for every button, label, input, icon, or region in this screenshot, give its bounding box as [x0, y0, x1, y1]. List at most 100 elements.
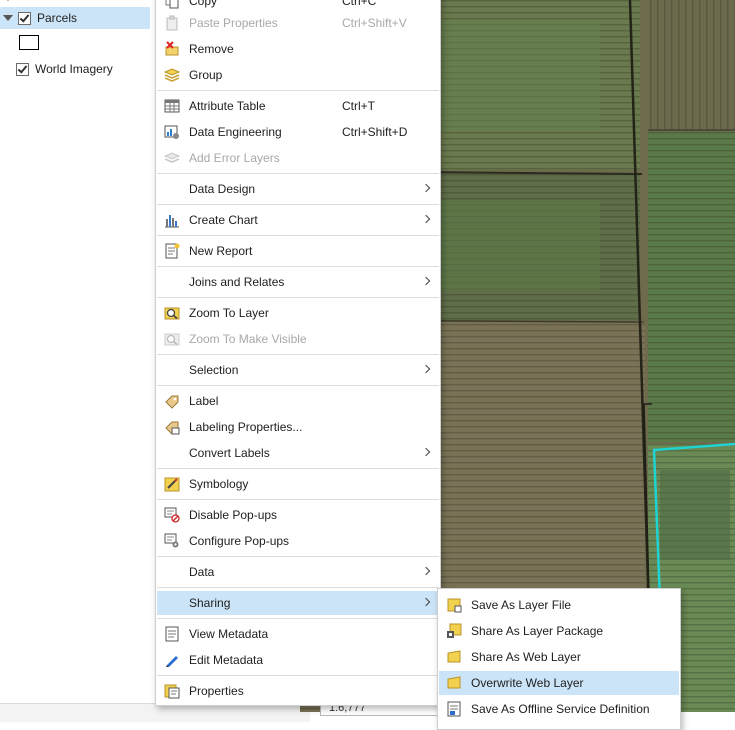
- menu-shortcut: Ctrl+C: [342, 0, 377, 8]
- menu-item-labeling-properties[interactable]: Labeling Properties...: [157, 415, 439, 439]
- menu-separator: [157, 173, 439, 174]
- menu-item-data-design[interactable]: Data Design: [157, 177, 439, 201]
- menu-label: Copy: [189, 0, 218, 8]
- layer-name-world-imagery: World Imagery: [35, 62, 113, 76]
- menu-item-convert-labels[interactable]: Convert Labels: [157, 441, 439, 465]
- menu-item-view-metadata[interactable]: View Metadata: [157, 622, 439, 646]
- parcels-symbol-swatch[interactable]: [19, 35, 39, 50]
- disable-popups-icon: [164, 507, 180, 523]
- submenu-label: Save As Offline Service Definition: [471, 702, 650, 716]
- submenu-label: Share As Web Layer: [471, 650, 581, 664]
- submenu-chevron-icon: [421, 276, 431, 286]
- menu-label: Group: [189, 68, 223, 82]
- menu-separator: [157, 618, 439, 619]
- menu-item-disable-popups[interactable]: Disable Pop-ups: [157, 503, 439, 527]
- submenu-chevron-icon: [421, 597, 431, 607]
- menu-item-configure-popups[interactable]: Configure Pop-ups: [157, 529, 439, 553]
- menu-label: Zoom To Layer: [189, 306, 269, 320]
- menu-label: Data Design: [189, 182, 256, 196]
- menu-label: Add Error Layers: [189, 151, 280, 165]
- overwrite-web-layer-icon: [447, 676, 461, 689]
- menu-separator: [157, 385, 439, 386]
- menu-item-selection[interactable]: Selection: [157, 358, 439, 382]
- submenu-item-share-as-layer-package[interactable]: Share As Layer Package: [439, 619, 679, 643]
- menu-separator: [157, 587, 439, 588]
- group-icon: [164, 68, 180, 82]
- parcels-visibility-checkbox[interactable]: [18, 11, 31, 25]
- web-layer-icon: [447, 650, 461, 663]
- menu-label: View Metadata: [189, 627, 269, 641]
- offline-definition-icon: [447, 701, 461, 717]
- labeling-properties-icon: [165, 421, 180, 435]
- menu-label: Configure Pop-ups: [189, 534, 290, 548]
- configure-popups-icon: [164, 533, 179, 548]
- zoom-visible-icon: [164, 333, 180, 346]
- menu-label: Joins and Relates: [189, 275, 285, 289]
- expand-arrow-icon[interactable]: [3, 0, 13, 1]
- submenu-item-save-as-layer-file[interactable]: Save As Layer File: [439, 593, 679, 617]
- submenu-item-overwrite-web-layer[interactable]: Overwrite Web Layer: [439, 671, 679, 695]
- menu-item-new-report[interactable]: New Report: [157, 239, 439, 263]
- menu-label: Data: [189, 565, 215, 579]
- menu-shortcut: Ctrl+T: [342, 99, 375, 113]
- menu-separator: [157, 266, 439, 267]
- menu-label: Label: [189, 394, 219, 408]
- submenu-chevron-icon: [421, 364, 431, 374]
- world-imagery-visibility-checkbox[interactable]: [16, 62, 29, 76]
- menu-separator: [157, 204, 439, 205]
- menu-separator: [157, 499, 439, 500]
- symbology-icon: [164, 477, 180, 492]
- menu-separator: [157, 235, 439, 236]
- submenu-chevron-icon: [421, 183, 431, 193]
- sharing-submenu: Save As Layer File Share As Layer Packag…: [437, 588, 681, 730]
- menu-item-create-chart[interactable]: Create Chart: [157, 208, 439, 232]
- layer-name-parcels: Parcels: [37, 11, 78, 25]
- menu-item-zoom-to-layer[interactable]: Zoom To Layer: [157, 301, 439, 325]
- menu-item-sharing[interactable]: Sharing: [157, 591, 439, 615]
- collapse-arrow-icon[interactable]: [3, 15, 13, 21]
- menu-label: Properties: [189, 684, 244, 698]
- menu-separator: [157, 675, 439, 676]
- layer-row-world-imagery[interactable]: World Imagery: [0, 58, 166, 80]
- data-engineering-icon: [164, 125, 179, 139]
- menu-label: Paste Properties: [189, 16, 278, 30]
- menu-item-label[interactable]: Label: [157, 389, 439, 413]
- menu-separator: [157, 468, 439, 469]
- menu-label: Sharing: [189, 596, 231, 610]
- table-icon: [164, 99, 180, 113]
- menu-item-data[interactable]: Data: [157, 560, 439, 584]
- layer-row-parcels[interactable]: Parcels: [0, 7, 150, 29]
- menu-item-zoom-to-make-visible: Zoom To Make Visible: [157, 327, 439, 351]
- menu-item-data-engineering[interactable]: Data Engineering Ctrl+Shift+D: [157, 120, 439, 144]
- submenu-item-share-as-web-layer[interactable]: Share As Web Layer: [439, 645, 679, 669]
- edit-metadata-icon: [166, 656, 178, 667]
- submenu-chevron-icon: [421, 447, 431, 457]
- menu-item-properties[interactable]: Properties: [157, 679, 439, 703]
- copy-icon: [165, 0, 179, 9]
- menu-label: Zoom To Make Visible: [189, 332, 307, 346]
- menu-item-add-error-layers: Add Error Layers: [157, 146, 439, 170]
- menu-label: Data Engineering: [189, 125, 282, 139]
- menu-label: Symbology: [189, 477, 249, 491]
- zoom-layer-icon: [164, 307, 180, 320]
- label-icon: [165, 395, 179, 409]
- submenu-item-save-as-offline-service-definition[interactable]: Save As Offline Service Definition: [439, 697, 679, 721]
- menu-item-symbology[interactable]: Symbology: [157, 472, 439, 496]
- paste-icon: [166, 15, 178, 31]
- error-layers-icon: [164, 152, 180, 163]
- menu-item-group[interactable]: Group: [157, 63, 439, 87]
- layer-file-icon: [447, 598, 462, 613]
- report-icon: [165, 243, 180, 259]
- menu-item-attribute-table[interactable]: Attribute Table Ctrl+T: [157, 94, 439, 118]
- menu-shortcut: Ctrl+Shift+V: [342, 16, 407, 30]
- menu-item-joins-and-relates[interactable]: Joins and Relates: [157, 270, 439, 294]
- layer-package-icon: [447, 623, 462, 638]
- menu-label: New Report: [189, 244, 253, 258]
- menu-label: Create Chart: [189, 213, 258, 227]
- menu-item-edit-metadata[interactable]: Edit Metadata: [157, 648, 439, 672]
- menu-shortcut: Ctrl+Shift+D: [342, 125, 408, 139]
- menu-item-remove[interactable]: Remove: [157, 37, 439, 61]
- chart-icon: [165, 215, 179, 228]
- view-metadata-icon: [165, 626, 179, 642]
- menu-label: Selection: [189, 363, 239, 377]
